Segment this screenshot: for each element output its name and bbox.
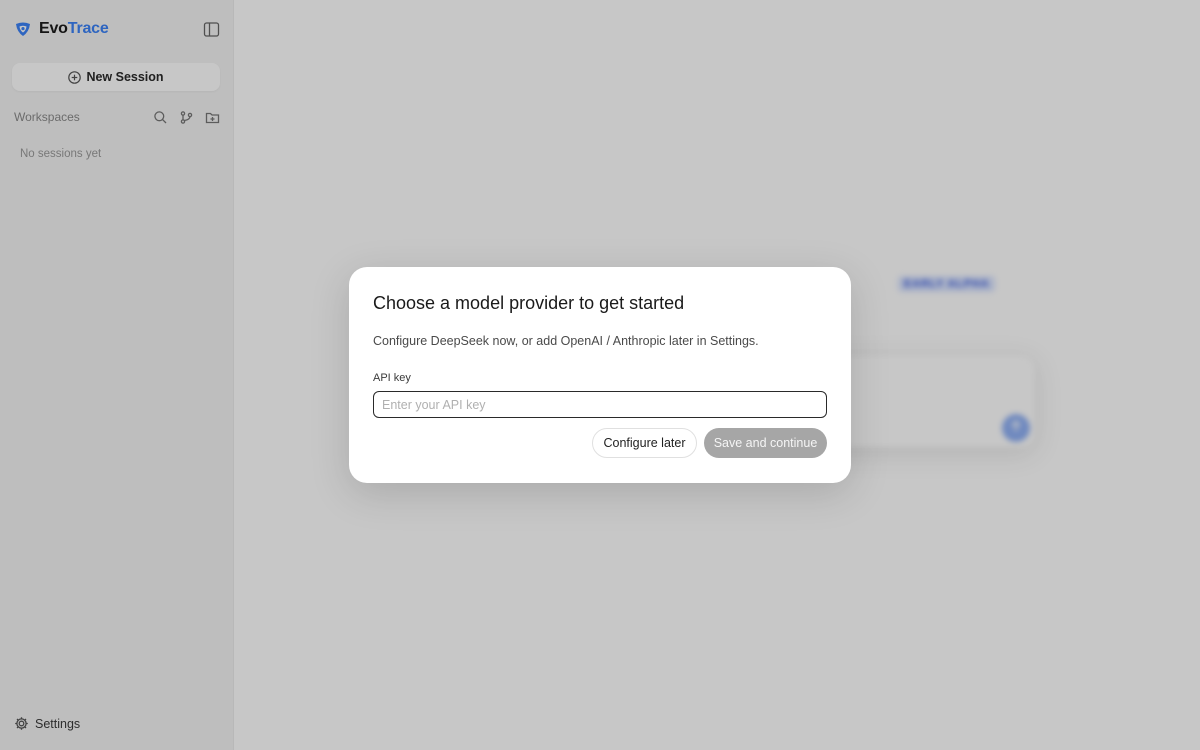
api-key-input[interactable] bbox=[373, 391, 827, 418]
save-and-continue-button[interactable]: Save and continue bbox=[704, 428, 827, 458]
modal-title: Choose a model provider to get started bbox=[373, 293, 685, 313]
api-key-label: API key bbox=[373, 372, 411, 384]
provider-modal: Choose a model provider to get started C… bbox=[349, 267, 851, 483]
configure-later-button[interactable]: Configure later bbox=[592, 428, 697, 458]
modal-description: Configure DeepSeek now, or add OpenAI / … bbox=[373, 334, 759, 348]
